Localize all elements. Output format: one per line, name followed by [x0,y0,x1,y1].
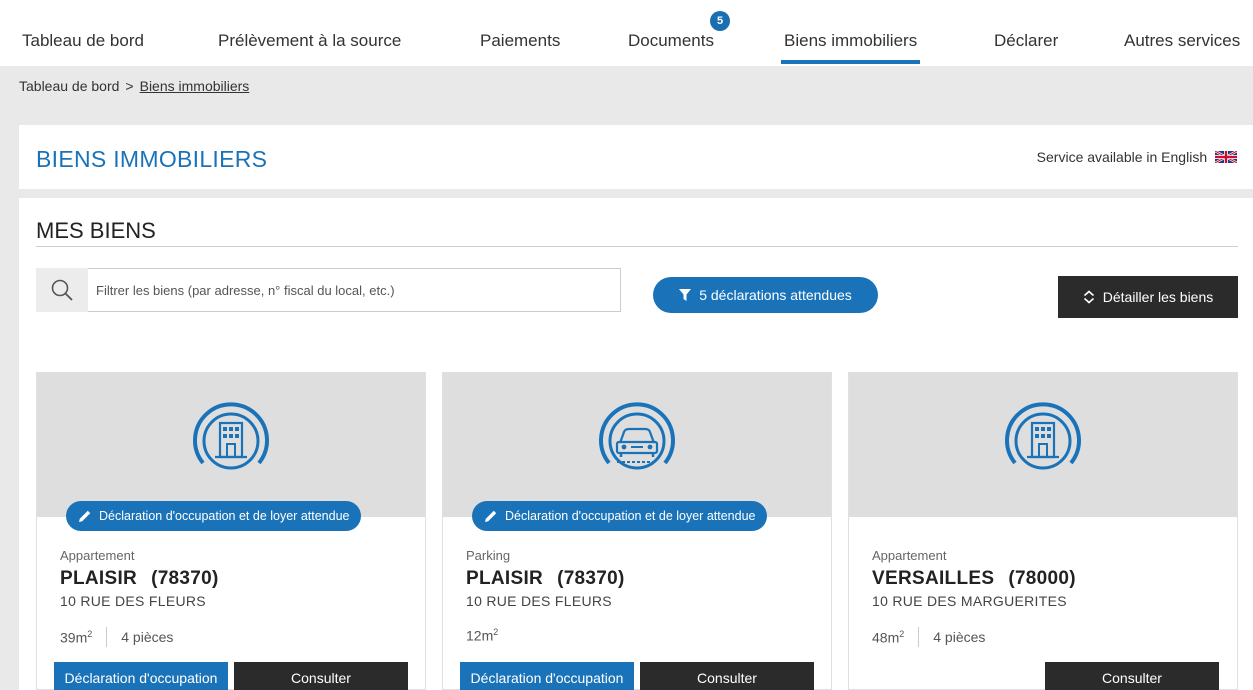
expand-collapse-icon [1083,290,1094,304]
nav-autres-services[interactable]: Autres services [1124,31,1240,51]
breadcrumb-separator: > [125,78,134,94]
property-postal-code: (78000) [1008,568,1076,589]
declaration-button[interactable]: Déclaration d'occupation [460,662,634,690]
title-panel: BIENS IMMOBILIERS Service available in E… [19,125,1253,189]
section-divider [36,246,1238,247]
filter-button-label: 5 déclarations attendues [699,287,852,303]
documents-badge: 5 [710,11,730,31]
card-header [849,373,1237,517]
consult-button[interactable]: Consulter [234,662,408,690]
building-icon [1005,402,1081,470]
breadcrumb: Tableau de bord > Biens immobiliers [19,78,249,94]
property-postal-code: (78370) [151,568,219,589]
property-card: Appartement VERSAILLES (78000) 10 RUE DES… [848,372,1238,690]
search-icon[interactable] [36,268,88,312]
pencil-icon [485,510,497,522]
car-icon [599,402,675,470]
declaration-pending-badge[interactable]: Déclaration d'occupation et de loyer att… [66,501,362,531]
nav-paiements[interactable]: Paiements [480,31,560,51]
property-type: Appartement [872,548,947,563]
property-type: Parking [466,548,511,563]
uk-flag-icon [1215,151,1237,163]
property-postal-code: (78370) [557,568,625,589]
building-icon [193,402,269,470]
card-header [443,373,831,517]
property-street: 10 RUE DES FLEURS [466,593,612,609]
breadcrumb-home[interactable]: Tableau de bord [19,78,119,94]
property-street: 10 RUE DES MARGUERITES [872,593,1067,609]
filter-icon [679,289,692,301]
property-city-name: PLAISIR [466,568,544,589]
property-type: Appartement [60,548,135,563]
meta-divider [918,627,920,647]
declaration-pending-badge[interactable]: Déclaration d'occupation et de loyer att… [472,501,768,531]
page-title: BIENS IMMOBILIERS [36,146,268,172]
property-city: VERSAILLES (78000) [872,568,1076,590]
card-header [37,373,425,517]
nav-biens-immobiliers[interactable]: Biens immobiliers [780,31,921,64]
pencil-icon [79,510,91,522]
filter-declarations-button[interactable]: 5 déclarations attendues [653,277,878,313]
property-area: 39m2 [60,628,93,646]
property-rooms: 4 pièces [121,629,174,645]
english-service-label: Service available in English [1036,149,1208,165]
nav-tableau-de-bord[interactable]: Tableau de bord [22,31,144,51]
breadcrumb-current[interactable]: Biens immobiliers [140,78,250,94]
property-rooms: 4 pièces [933,629,986,645]
property-area: 48m2 [872,628,905,646]
nav-prelevement[interactable]: Prélèvement à la source [218,31,401,51]
property-city: PLAISIR (78370) [60,568,219,590]
property-city-name: PLAISIR [60,568,138,589]
property-meta: 48m2 4 pièces [872,627,985,647]
property-meta: 12m2 [466,627,498,644]
mes-biens-panel: MES BIENS 5 déclarations attendues Détai… [19,198,1253,690]
section-title: MES BIENS [36,218,156,243]
declaration-pending-label: Déclaration d'occupation et de loyer att… [99,509,350,523]
consult-button[interactable]: Consulter [1045,662,1219,690]
property-street: 10 RUE DES FLEURS [60,593,206,609]
top-navigation: Tableau de bord Prélèvement à la source … [0,0,1253,66]
meta-divider [106,627,108,647]
search-box [36,268,621,312]
nav-declarer[interactable]: Déclarer [994,31,1058,51]
nav-documents[interactable]: Documents [628,31,714,51]
property-area: 12m2 [466,627,499,644]
detail-button-label: Détailler les biens [1102,289,1214,305]
property-city-name: VERSAILLES [872,568,995,589]
english-service-link[interactable]: Service available in English [1037,149,1237,165]
property-meta: 39m2 4 pièces [60,627,173,647]
property-card: Déclaration d'occupation et de loyer att… [36,372,426,690]
property-card: Déclaration d'occupation et de loyer att… [442,372,832,690]
search-input[interactable] [88,268,621,312]
property-city: PLAISIR (78370) [466,568,625,590]
declaration-pending-label: Déclaration d'occupation et de loyer att… [505,509,756,523]
declaration-button[interactable]: Déclaration d'occupation [54,662,228,690]
consult-button[interactable]: Consulter [640,662,814,690]
detail-biens-button[interactable]: Détailler les biens [1058,276,1238,318]
